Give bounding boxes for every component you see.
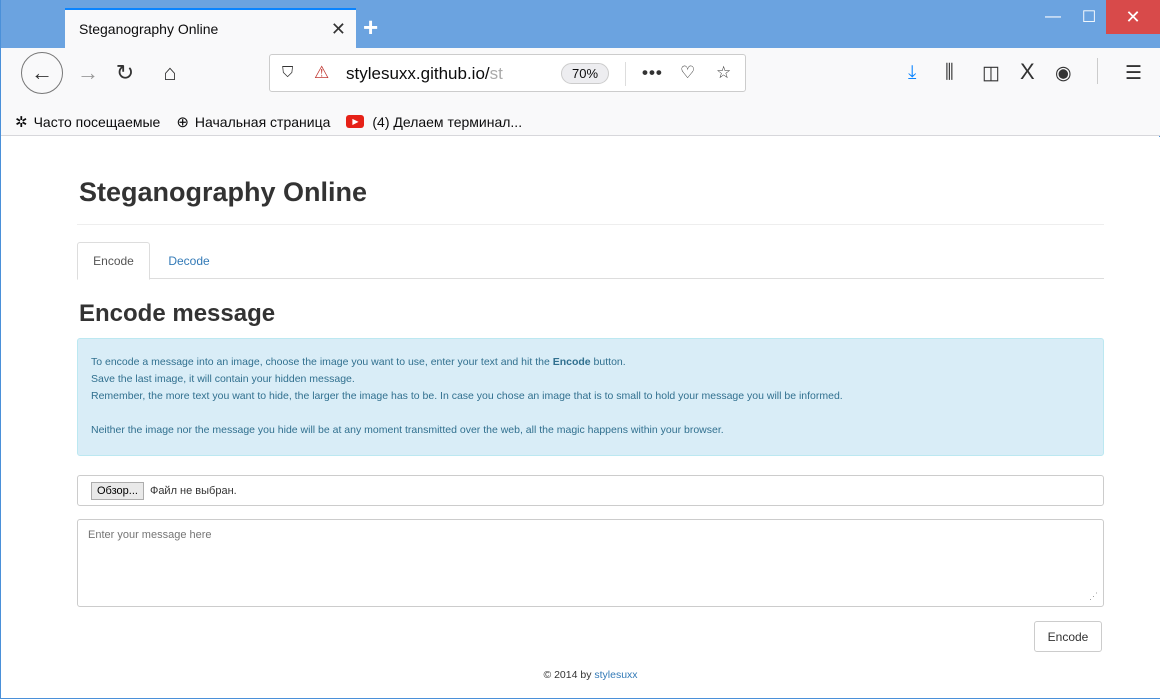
close-window-button[interactable]: ✕ [1106,0,1160,34]
browse-button[interactable]: Обзор... [91,481,144,500]
info-line-2: Save the last image, it will contain you… [91,373,355,385]
tab-title: Steganography Online [79,21,219,37]
page-content: Steganography Online Encode Decode Encod… [2,137,1160,698]
tab-close-icon[interactable]: ✕ [331,20,346,38]
footer-link[interactable]: stylesuxx [594,669,637,681]
maximize-button[interactable]: ☐ [1071,0,1107,34]
page-title: Steganography Online [79,177,368,207]
url-divider [625,62,626,86]
bookmark-label: Часто посещаемые [33,113,161,130]
encode-button[interactable]: Encode [1034,621,1102,652]
download-icon[interactable]: ⤓ [908,62,916,84]
youtube-icon: ▶ [346,115,365,128]
title-bar: Steganography Online ✕ + — ☐ ✕ [1,0,1160,48]
url-text[interactable]: stylesuxx.github.io/st [346,64,532,84]
file-input[interactable]: Обзор... Файл не выбран. [77,475,1104,506]
new-tab-button[interactable]: + [363,14,378,40]
bookmark-star-icon[interactable]: ☆ [716,63,731,83]
pocket-icon[interactable]: ♡ [680,63,695,83]
reload-icon[interactable]: ↻ [108,56,142,90]
back-icon[interactable]: ← [21,52,63,94]
info-line-1: To encode a message into an image, choos… [91,356,626,368]
section-title: Encode message [79,300,276,327]
info-line-4: Neither the image nor the message you hi… [91,424,724,436]
hamburger-menu-icon[interactable]: ☰ [1125,62,1142,85]
bookmark-label: (4) Делаем терминал... [372,113,523,130]
globe-icon: ⊕ [176,113,189,131]
gear-icon: ✲ [15,113,28,131]
browser-tab[interactable]: Steganography Online ✕ [65,8,356,48]
file-status: Файл не выбран. [149,484,237,497]
info-alert: To encode a message into an image, choos… [77,338,1104,456]
tab-encode[interactable]: Encode [77,242,150,280]
bookmarks-bar: ✲ Часто посещаемые ⊕ Начальная страница … [1,108,1160,136]
bookmark-most-visited[interactable]: ✲ Часто посещаемые [15,113,160,131]
footer-text: © 2014 by [543,669,595,681]
url-bar[interactable]: ⛉ ⚠ stylesuxx.github.io/st 70% ••• ♡ ☆ [269,54,746,92]
nav-toolbar: ← → ↻ ⌂ ⛉ ⚠ stylesuxx.github.io/st 70% •… [1,48,1160,108]
zoom-level-badge[interactable]: 70% [561,63,609,84]
forward-icon[interactable]: → [71,56,105,90]
extension-x-icon[interactable]: X [1020,59,1035,85]
minimize-button[interactable]: — [1035,0,1071,34]
home-icon[interactable]: ⌂ [153,56,187,90]
bookmark-youtube[interactable]: ▶ (4) Делаем терминал... [346,114,522,130]
tracking-shield-icon[interactable]: ⛉ [282,64,293,81]
info-line-3: Remember, the more text you want to hide… [91,390,843,402]
message-textarea[interactable] [77,519,1104,607]
sidebar-icon[interactable]: ◫ [982,62,1000,85]
tab-bar: Encode Decode [77,242,1104,280]
toolbar-divider [1097,58,1098,84]
resize-grip-icon[interactable]: ⋰ [1089,592,1098,601]
page-actions-more-icon[interactable]: ••• [642,63,663,83]
header-divider [77,224,1104,225]
library-icon[interactable]: ⫼ [945,62,954,84]
bookmark-label: Начальная страница [194,113,331,130]
account-icon[interactable]: ◉ [1055,62,1072,85]
tab-decode[interactable]: Decode [150,242,228,280]
browser-window: Steganography Online ✕ + — ☐ ✕ ← → ↻ ⌂ ⛉… [0,0,1160,699]
footer: © 2014 by stylesuxx [77,669,1104,681]
bookmark-start-page[interactable]: ⊕ Начальная страница [176,113,330,131]
insecure-lock-icon[interactable]: ⚠ [314,63,329,83]
